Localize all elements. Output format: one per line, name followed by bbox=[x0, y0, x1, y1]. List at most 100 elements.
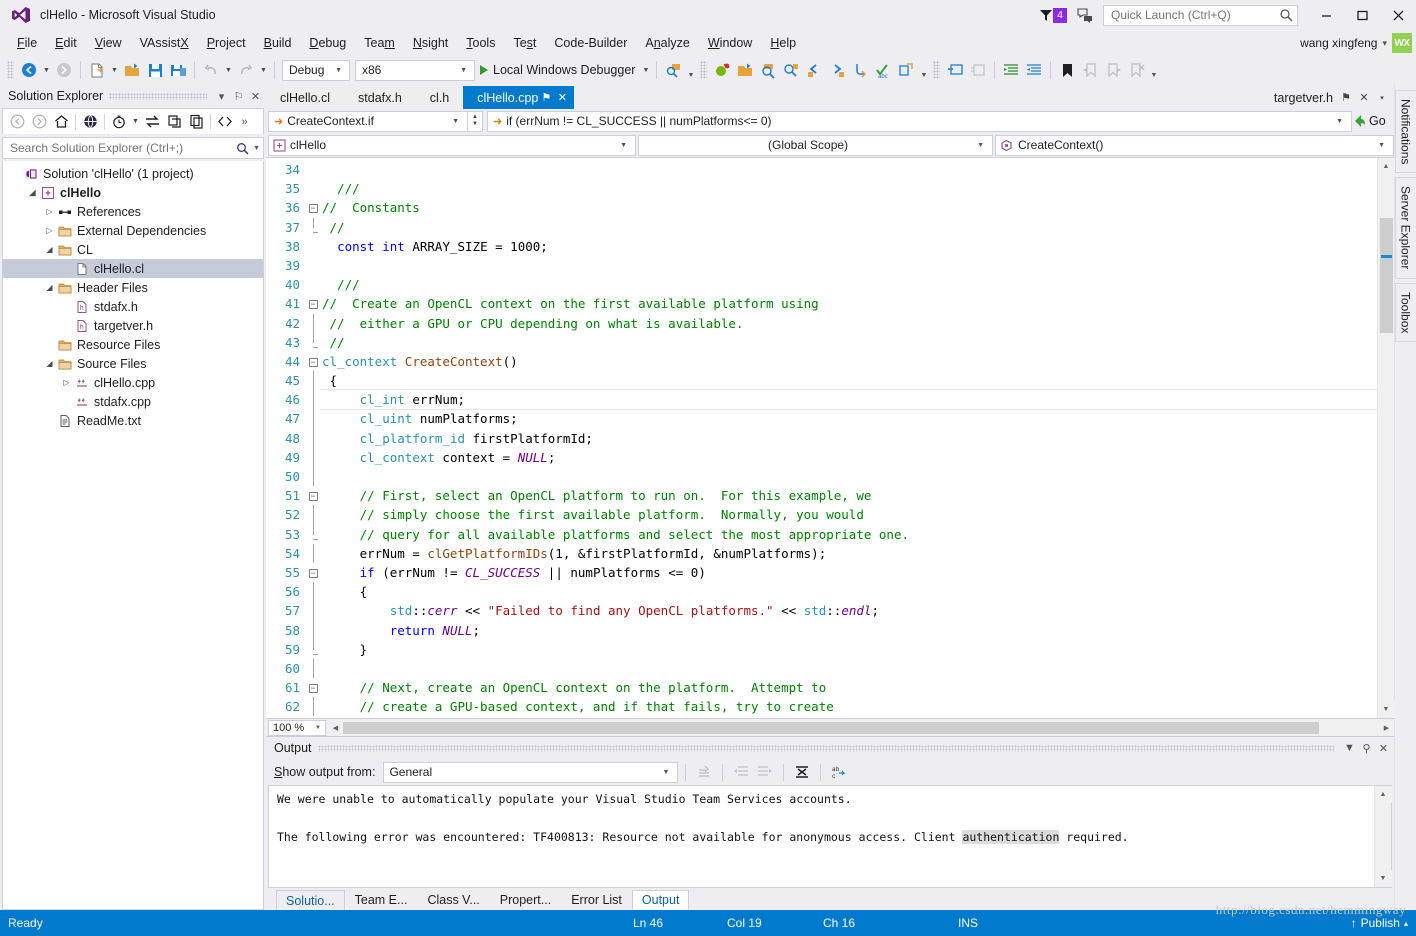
tree-expander-icon[interactable]: ◢ bbox=[43, 245, 56, 254]
code-line[interactable] bbox=[320, 256, 1377, 275]
tab-stdafx-h[interactable]: stdafx.h bbox=[344, 86, 416, 109]
start-debugging-caret[interactable]: ▼ bbox=[640, 59, 651, 81]
dock-tab-toolbox[interactable]: Toolbox bbox=[1394, 282, 1416, 343]
outlining-margin[interactable]: − − − − − − bbox=[306, 158, 320, 718]
minimize-button[interactable] bbox=[1308, 0, 1344, 30]
output-vertical-scrollbar[interactable]: ▲ ▼ bbox=[1374, 786, 1392, 887]
chevron-down-icon[interactable]: ▾ bbox=[1382, 38, 1387, 49]
tab-list-caret-icon[interactable]: ▾ bbox=[1374, 94, 1390, 102]
spellcheck-button[interactable]: abc bbox=[872, 59, 894, 81]
output-scroll-down-icon[interactable]: ▼ bbox=[1374, 870, 1392, 887]
menu-analyze[interactable]: Analyze bbox=[636, 33, 698, 53]
notifications-indicator[interactable]: 4 bbox=[1039, 7, 1067, 23]
tree-item-stdafx-cpp[interactable]: stdafx.cpp bbox=[3, 392, 263, 411]
code-line[interactable]: cl_context CreateContext() bbox=[320, 352, 1377, 371]
menu-code-builder[interactable]: Code-Builder bbox=[545, 33, 636, 53]
scroll-left-arrow-icon[interactable]: ◀ bbox=[328, 724, 343, 732]
tab-clhello-cl[interactable]: clHello.cl bbox=[266, 86, 344, 109]
h-scroll-track[interactable] bbox=[343, 720, 1379, 736]
bottom-tab-error-list[interactable]: Error List bbox=[561, 890, 632, 910]
vassist-bookmark-combo[interactable]: ➜ CreateContext.if ▼ bbox=[268, 110, 468, 132]
collapse-all-icon[interactable] bbox=[185, 111, 207, 133]
editor-horizontal-scrollbar[interactable]: ◀ ▶ bbox=[328, 719, 1394, 736]
code-line[interactable]: // query for all available platforms and… bbox=[320, 525, 1377, 544]
code-line[interactable]: /// bbox=[320, 275, 1377, 294]
chevron-down-icon[interactable]: ▼ bbox=[1330, 118, 1349, 125]
save-all-button[interactable] bbox=[167, 59, 189, 81]
output-scroll-up-icon[interactable]: ▲ bbox=[1374, 786, 1392, 803]
home-button[interactable] bbox=[50, 111, 72, 133]
output-close-button[interactable]: ✕ bbox=[1375, 738, 1392, 758]
goto-implementation-button[interactable] bbox=[849, 59, 871, 81]
chevron-down-icon[interactable]: ▼ bbox=[657, 769, 676, 776]
find-symbol-button[interactable] bbox=[662, 59, 684, 81]
code-line[interactable]: // Constants bbox=[320, 198, 1377, 217]
code-line[interactable]: // simply choose the first available pla… bbox=[320, 505, 1377, 524]
spin-up-icon[interactable]: ▲ bbox=[472, 114, 478, 121]
tree-item-cl[interactable]: ◢ CL bbox=[3, 240, 263, 259]
dock-tab-server-explorer[interactable]: Server Explorer bbox=[1394, 177, 1416, 279]
chevron-down-icon[interactable]: ▼ bbox=[330, 67, 347, 74]
chevron-down-icon[interactable]: ▼ bbox=[616, 142, 633, 149]
tree-expander-icon[interactable]: ◢ bbox=[43, 283, 56, 292]
chevron-down-icon[interactable]: ▼ bbox=[455, 67, 472, 74]
tree-expander-icon[interactable]: ▷ bbox=[43, 226, 56, 235]
solution-explorer-overflow[interactable]: » bbox=[236, 112, 253, 132]
toggle-word-wrap-button[interactable]: ab c bbox=[828, 761, 850, 783]
step-forward-button[interactable] bbox=[826, 59, 848, 81]
scroll-up-arrow-icon[interactable]: ▲ bbox=[1377, 158, 1395, 175]
code-line[interactable]: cl_uint numPlatforms; bbox=[320, 409, 1377, 428]
menu-nsight[interactable]: Nsight bbox=[404, 33, 457, 53]
output-text-area[interactable]: We were unable to automatically populate… bbox=[268, 785, 1392, 888]
menu-help[interactable]: Help bbox=[761, 33, 805, 53]
outlining-cell[interactable]: − bbox=[306, 563, 320, 582]
output-dropdown-button[interactable]: ▼ bbox=[1341, 738, 1358, 758]
chevron-down-icon[interactable]: ▼ bbox=[315, 725, 325, 731]
comment-selection-button[interactable] bbox=[944, 59, 966, 81]
quick-replace-button[interactable] bbox=[780, 59, 802, 81]
sync-views-icon[interactable] bbox=[141, 111, 163, 133]
code-line[interactable]: errNum = clGetPlatformIDs(1, &firstPlatf… bbox=[320, 544, 1377, 563]
menu-tools[interactable]: Tools bbox=[457, 33, 504, 53]
show-all-files-icon[interactable] bbox=[214, 111, 236, 133]
new-project-caret[interactable]: ▼ bbox=[109, 59, 120, 81]
tree-item-resource-files[interactable]: Resource Files bbox=[3, 335, 263, 354]
project-combo[interactable]: clHello ▼ bbox=[268, 134, 636, 156]
pending-changes-filter-icon[interactable] bbox=[79, 111, 101, 133]
collapse-region-icon[interactable]: − bbox=[308, 357, 318, 367]
code-line-current[interactable]: cl_int errNum; bbox=[320, 389, 1377, 411]
code-line[interactable]: cl_platform_id firstPlatformId; bbox=[320, 429, 1377, 448]
collapse-region-icon[interactable]: − bbox=[308, 568, 318, 578]
tree-expander-icon[interactable]: ▷ bbox=[43, 207, 56, 216]
code-text[interactable]: /// // Constants // const int ARRAY_SIZE … bbox=[320, 158, 1377, 718]
code-line[interactable]: // First, select an OpenCL platform to r… bbox=[320, 486, 1377, 505]
close-icon[interactable]: ✕ bbox=[554, 91, 570, 104]
bottom-tab-output[interactable]: Output bbox=[631, 890, 690, 910]
open-file-button[interactable] bbox=[121, 59, 143, 81]
code-line[interactable]: { bbox=[320, 371, 1377, 390]
vassist-go-button[interactable]: Go bbox=[1352, 111, 1394, 132]
menu-file[interactable]: FFileile bbox=[8, 33, 46, 53]
solution-explorer-search-box[interactable]: ▼ bbox=[2, 137, 264, 159]
tree-item-clhello-cpp[interactable]: ▷ clHello.cpp bbox=[3, 373, 263, 392]
code-line[interactable]: std::cerr << "Failed to find any OpenCL … bbox=[320, 601, 1377, 620]
status-publish-button[interactable]: ↑ Publish ▴ bbox=[1351, 916, 1408, 930]
code-line[interactable]: // create a GPU-based context, and if th… bbox=[320, 697, 1377, 716]
menu-team[interactable]: Team bbox=[355, 33, 404, 53]
code-line[interactable] bbox=[320, 160, 1377, 179]
menu-build[interactable]: Build bbox=[255, 33, 301, 53]
tree-item-source-files[interactable]: ◢ Source Files bbox=[3, 354, 263, 373]
menu-debug[interactable]: Debug bbox=[300, 33, 355, 53]
code-line[interactable]: return NULL; bbox=[320, 621, 1377, 640]
vassist-spinner[interactable]: ▲ ▼ bbox=[468, 110, 483, 132]
member-combo[interactable]: CreateContext() ▼ bbox=[995, 134, 1394, 156]
collapse-region-icon[interactable]: − bbox=[308, 300, 318, 310]
menu-view[interactable]: View bbox=[86, 33, 131, 53]
outlining-cell[interactable]: − bbox=[306, 678, 320, 697]
menu-project[interactable]: Project bbox=[198, 33, 255, 53]
search-dropdown-caret[interactable]: ▼ bbox=[249, 145, 260, 152]
vassist-expression-combo[interactable]: ➜ if (errNum != CL_SUCCESS || numPlatfor… bbox=[487, 110, 1352, 132]
outlining-cell[interactable]: − bbox=[306, 486, 320, 505]
collapse-region-icon[interactable]: − bbox=[308, 684, 318, 694]
menu-edit[interactable]: Edit bbox=[46, 33, 86, 53]
